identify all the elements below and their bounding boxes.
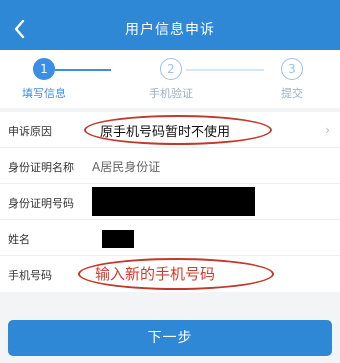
- page-title: 用户信息申诉: [125, 22, 215, 38]
- id-type-value: A居民身份证: [92, 160, 161, 174]
- redaction-box: [92, 187, 255, 216]
- id-type-row: 身份证明名称 A居民身份证: [0, 148, 340, 184]
- step-1: 1 填写信息: [14, 58, 74, 101]
- redaction-box: [102, 230, 134, 248]
- reason-value: 原手机号码暂时不使用: [100, 125, 231, 140]
- nav-header: 用户信息申诉: [0, 8, 340, 50]
- step-2-label: 手机验证: [149, 87, 193, 100]
- step-3: 3 提交: [262, 58, 322, 101]
- id-type-label: 身份证明名称: [8, 161, 74, 174]
- phone-row: 手机号码 输入新的手机号码: [0, 256, 340, 292]
- step-indicator: 1 填写信息 2 手机验证 3 提交: [0, 50, 340, 108]
- name-label: 姓名: [8, 233, 30, 246]
- id-number-label: 身份证明号码: [8, 197, 74, 210]
- next-button[interactable]: 下一步: [8, 320, 332, 356]
- phone-input[interactable]: 输入新的手机号码: [95, 263, 215, 284]
- name-row: 姓名: [0, 220, 340, 256]
- appeal-page: 用户信息申诉 1 填写信息 2 手机验证 3 提交 申诉原因 原手机号码暂时不使…: [0, 0, 340, 363]
- id-number-row: 身份证明号码: [0, 184, 340, 220]
- step-3-label: 提交: [281, 87, 303, 100]
- step-1-number: 1: [33, 58, 55, 80]
- step-1-label: 填写信息: [22, 87, 66, 100]
- appeal-form: 申诉原因 原手机号码暂时不使用 › 身份证明名称 A居民身份证 身份证明号码 姓…: [0, 112, 340, 292]
- step-2-number: 2: [160, 58, 182, 80]
- reason-label: 申诉原因: [8, 125, 52, 138]
- status-bar: [0, 0, 340, 8]
- phone-label: 手机号码: [8, 269, 52, 282]
- step-3-number: 3: [281, 58, 303, 80]
- reason-row[interactable]: 申诉原因 原手机号码暂时不使用 ›: [0, 112, 340, 148]
- step-2: 2 手机验证: [141, 58, 201, 101]
- chevron-right-icon: ›: [325, 123, 330, 137]
